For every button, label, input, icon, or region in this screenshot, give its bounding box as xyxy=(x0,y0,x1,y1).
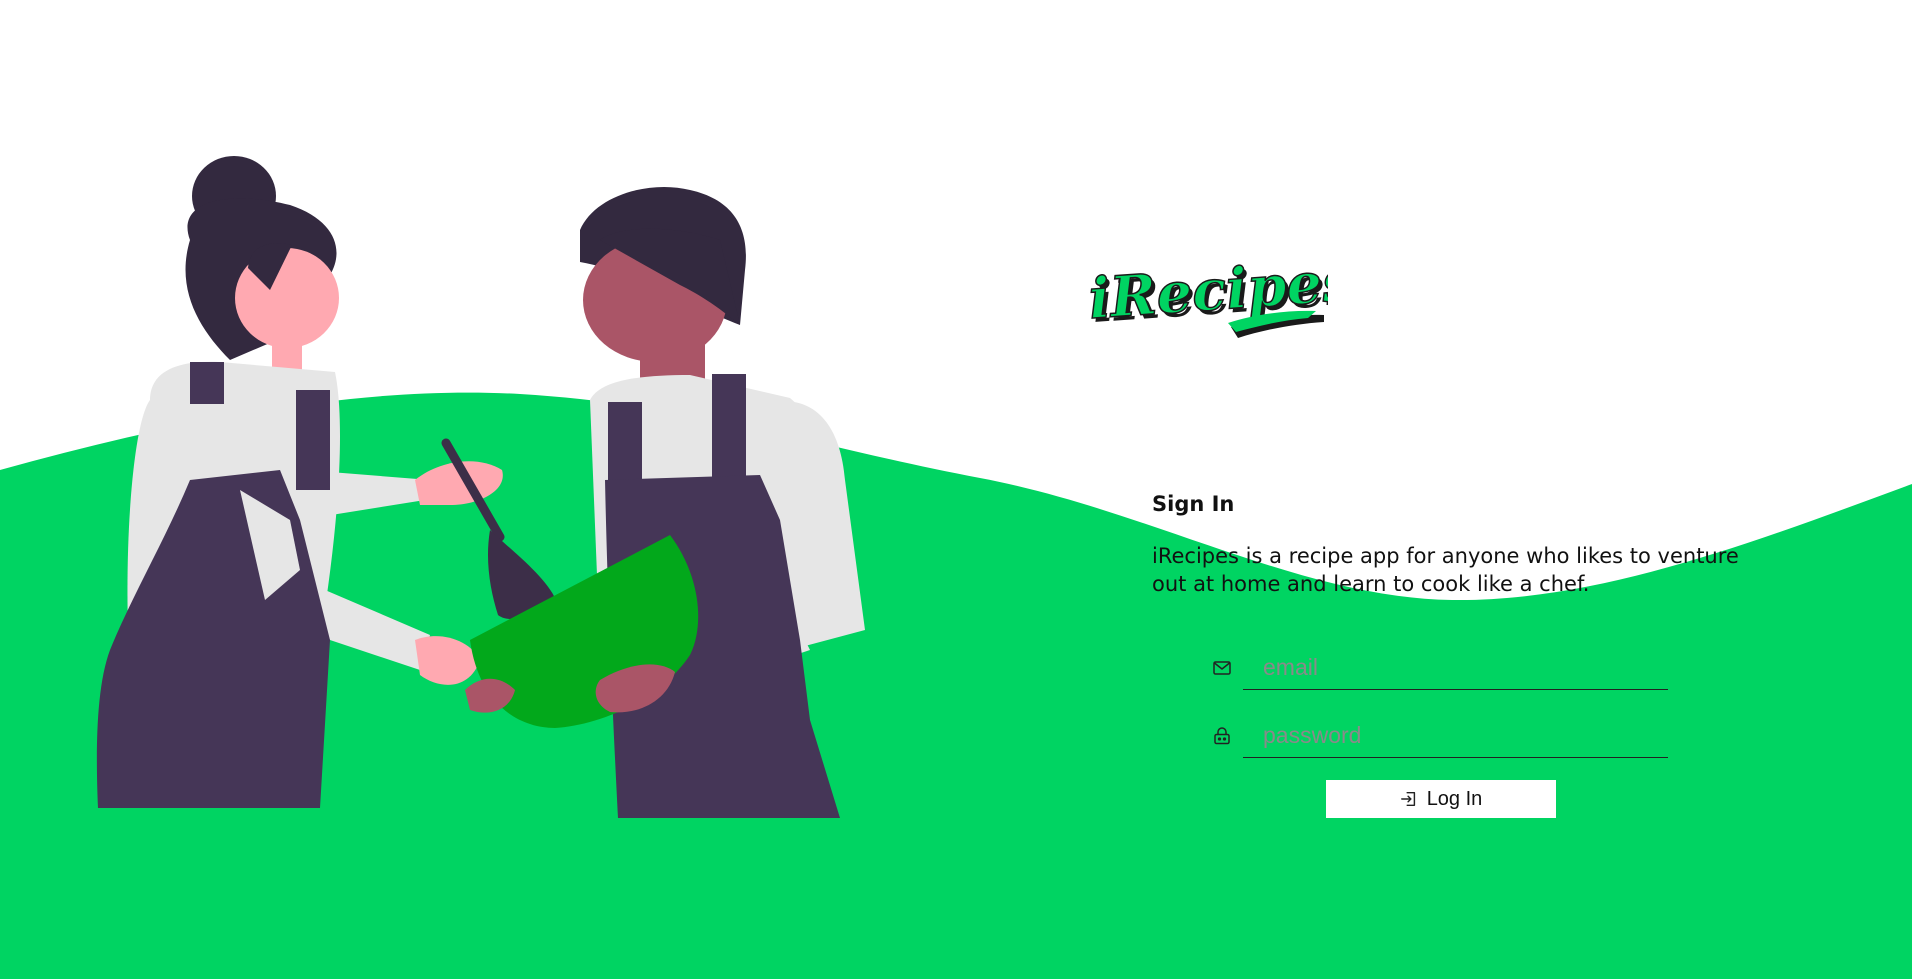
app-description: iRecipes is a recipe app for anyone who … xyxy=(1152,544,1739,596)
password-underline xyxy=(1243,757,1668,758)
login-label: Log In xyxy=(1426,787,1483,810)
email-field xyxy=(1212,646,1683,690)
email-underline xyxy=(1243,689,1668,690)
cooking-couple-illustration xyxy=(96,156,865,818)
sign-in-title: Sign In xyxy=(1152,492,1235,516)
woman-figure xyxy=(96,156,503,808)
password-field xyxy=(1212,714,1683,758)
password-input[interactable] xyxy=(1243,714,1683,756)
email-input[interactable] xyxy=(1243,646,1683,688)
mail-icon xyxy=(1213,661,1231,675)
login-icon xyxy=(1400,791,1415,807)
lock-icon xyxy=(1214,727,1230,745)
login-button[interactable]: Log In xyxy=(1326,780,1556,818)
man-figure xyxy=(580,186,865,818)
irecipes-logo: iRecipes iRecipes xyxy=(1088,252,1328,338)
